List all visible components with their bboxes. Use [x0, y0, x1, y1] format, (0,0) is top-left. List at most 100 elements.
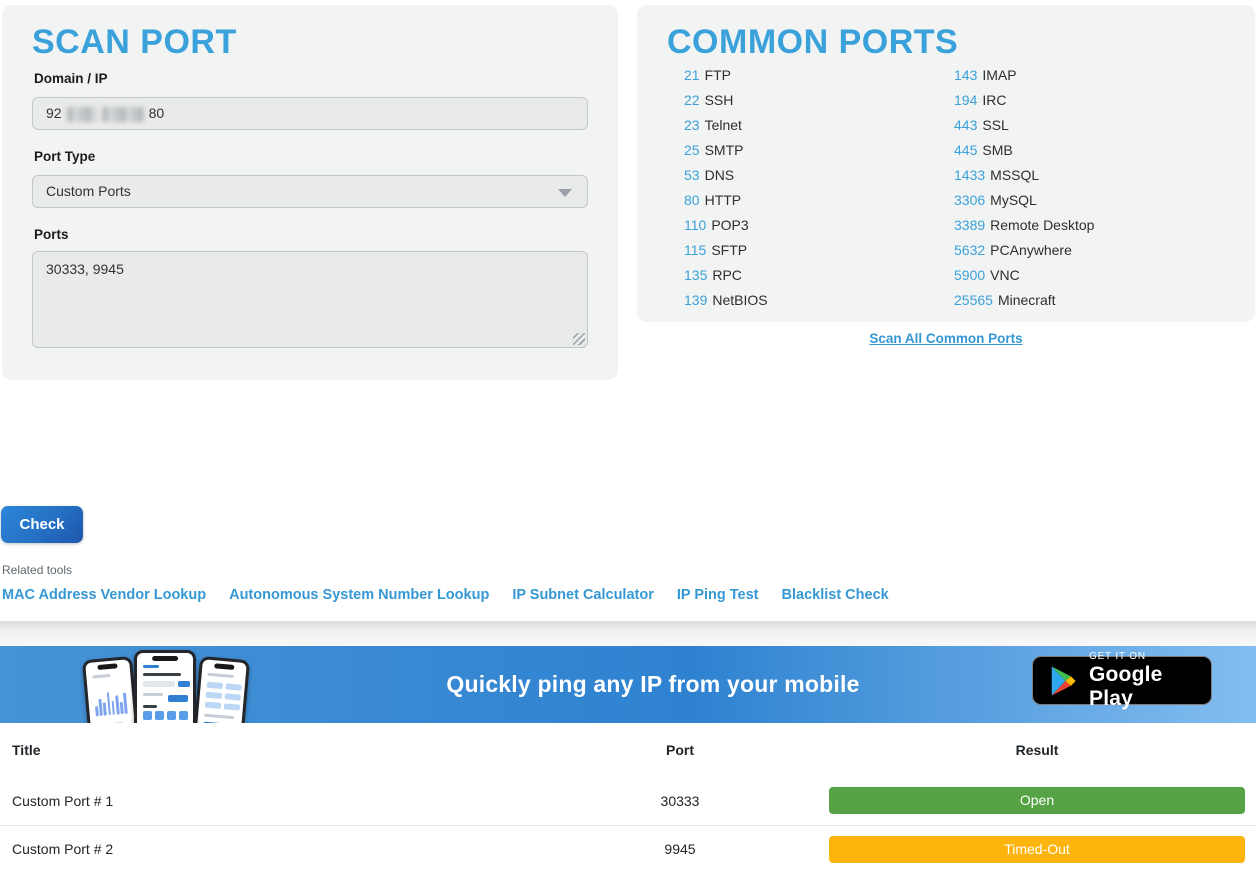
common-port-item[interactable]: 22 SSH: [684, 88, 768, 113]
common-port-item[interactable]: 443 SSL: [954, 113, 1094, 138]
port-number: 25: [684, 142, 700, 158]
port-number: 5632: [954, 242, 985, 258]
port-type-label: Port Type: [34, 149, 95, 164]
scan-results-section: Title Port Result Custom Port # 1 30333 …: [0, 723, 1256, 873]
port-name: SSL: [982, 117, 1008, 133]
row-port: 9945: [620, 825, 740, 873]
port-name: RPC: [712, 267, 742, 283]
port-name: MSSQL: [990, 167, 1039, 183]
port-number: 53: [684, 167, 700, 183]
header-result: Result: [740, 723, 1256, 777]
row-title: Custom Port # 1: [0, 777, 620, 825]
scan-port-title: SCAN PORT: [32, 23, 237, 62]
related-tool-link-subnet-calculator[interactable]: IP Subnet Calculator: [512, 587, 654, 603]
common-port-item[interactable]: 5632PCAnywhere: [954, 238, 1094, 263]
get-it-on-label: GET IT ON: [1089, 651, 1211, 663]
domain-value-suffix: 80: [149, 105, 165, 121]
common-port-item[interactable]: 25565Minecraft: [954, 288, 1094, 313]
results-table: Title Port Result Custom Port # 1 30333 …: [0, 723, 1256, 873]
port-name: SSH: [705, 92, 734, 108]
common-port-item[interactable]: 1433 MSSQL: [954, 163, 1094, 188]
row-title: Custom Port # 2: [0, 825, 620, 873]
port-number: 3306: [954, 192, 985, 208]
related-tool-link-asn-lookup[interactable]: Autonomous System Number Lookup: [229, 587, 489, 603]
scan-all-common-ports-link[interactable]: Scan All Common Ports: [869, 331, 1022, 346]
common-port-item[interactable]: 143 IMAP: [954, 63, 1094, 88]
google-play-badge[interactable]: GET IT ON Google Play: [1032, 656, 1212, 705]
port-number: 445: [954, 142, 977, 158]
google-play-label: Google Play: [1089, 663, 1211, 711]
port-number: 21: [684, 67, 700, 83]
table-row: Custom Port # 2 9945 Timed-Out: [0, 825, 1256, 873]
port-name: SMTP: [705, 142, 744, 158]
port-name: SFTP: [711, 242, 747, 258]
mobile-app-banner: Quickly ping any IP from your mobile GET…: [0, 646, 1256, 723]
common-port-item[interactable]: 135 RPC: [684, 263, 768, 288]
port-type-value: Custom Ports: [46, 183, 131, 199]
port-name: Telnet: [705, 117, 742, 133]
port-name: POP3: [711, 217, 748, 233]
common-ports-title: COMMON PORTS: [667, 23, 958, 62]
header-title: Title: [0, 723, 620, 777]
port-number: 80: [684, 192, 700, 208]
header-port: Port: [620, 723, 740, 777]
port-number: 143: [954, 67, 977, 83]
common-port-item[interactable]: 5900 VNC: [954, 263, 1094, 288]
related-tool-link-ip-ping-test[interactable]: IP Ping Test: [677, 587, 759, 603]
common-port-item[interactable]: 194 IRC: [954, 88, 1094, 113]
port-type-select[interactable]: Custom Ports: [32, 175, 588, 208]
scan-port-panel: SCAN PORT Domain / IP 9280 Port Type Cus…: [2, 5, 618, 380]
blurred-ip-segment: [102, 107, 144, 122]
port-name: IRC: [982, 92, 1006, 108]
results-header-row: Title Port Result: [0, 723, 1256, 777]
related-tool-link-blacklist-check[interactable]: Blacklist Check: [782, 587, 889, 603]
resize-handle-icon[interactable]: [573, 333, 585, 345]
common-port-item[interactable]: 110 POP3: [684, 213, 768, 238]
row-port: 30333: [620, 777, 740, 825]
ports-textarea[interactable]: 30333, 9945: [32, 251, 588, 348]
port-name: VNC: [990, 267, 1020, 283]
scan-all-wrap: Scan All Common Ports: [637, 330, 1255, 348]
ports-field-wrap: 30333, 9945: [32, 251, 588, 348]
phone-center: [134, 650, 196, 723]
common-port-item[interactable]: 3306MySQL: [954, 188, 1094, 213]
port-name: Minecraft: [998, 292, 1056, 308]
domain-input[interactable]: 9280: [32, 97, 588, 130]
port-number: 110: [684, 217, 706, 233]
phone-notch: [152, 656, 178, 661]
common-port-item[interactable]: 445SMB: [954, 138, 1094, 163]
port-name: IMAP: [982, 67, 1016, 83]
common-port-item[interactable]: 21 FTP: [684, 63, 768, 88]
common-port-item[interactable]: 3389 Remote Desktop: [954, 213, 1094, 238]
port-number: 194: [954, 92, 977, 108]
common-port-item[interactable]: 23 Telnet: [684, 113, 768, 138]
common-port-item[interactable]: 53 DNS: [684, 163, 768, 188]
port-scanner-page: SCAN PORT Domain / IP 9280 Port Type Cus…: [0, 0, 1256, 875]
port-number: 135: [684, 267, 707, 283]
port-number: 22: [684, 92, 700, 108]
port-number: 23: [684, 117, 700, 133]
related-tools-links: MAC Address Vendor Lookup Autonomous Sys…: [2, 587, 889, 603]
port-number: 1433: [954, 167, 985, 183]
port-number: 139: [684, 292, 707, 308]
footer-top-strip: [0, 621, 1256, 646]
check-button[interactable]: Check: [1, 506, 83, 543]
port-number: 3389: [954, 217, 985, 233]
domain-ip-label: Domain / IP: [34, 71, 108, 86]
common-port-item[interactable]: 80 HTTP: [684, 188, 768, 213]
related-tools-label: Related tools: [2, 563, 72, 577]
common-ports-left-column: 21 FTP 22 SSH 23 Telnet 25 SMTP 53 DNS 80 HTTP…: [684, 63, 768, 313]
port-name: FTP: [705, 67, 731, 83]
port-name: Remote Desktop: [990, 217, 1094, 233]
common-port-item[interactable]: 115 SFTP: [684, 238, 768, 263]
chevron-down-icon: [558, 189, 572, 197]
port-name: HTTP: [705, 192, 742, 208]
port-number: 5900: [954, 267, 985, 283]
status-badge-open: Open: [829, 787, 1245, 814]
related-tool-link-mac-vendor[interactable]: MAC Address Vendor Lookup: [2, 587, 206, 603]
common-port-item[interactable]: 25 SMTP: [684, 138, 768, 163]
port-number: 443: [954, 117, 977, 133]
common-port-item[interactable]: 139NetBIOS: [684, 288, 768, 313]
port-number: 115: [684, 242, 706, 258]
port-name: DNS: [705, 167, 735, 183]
